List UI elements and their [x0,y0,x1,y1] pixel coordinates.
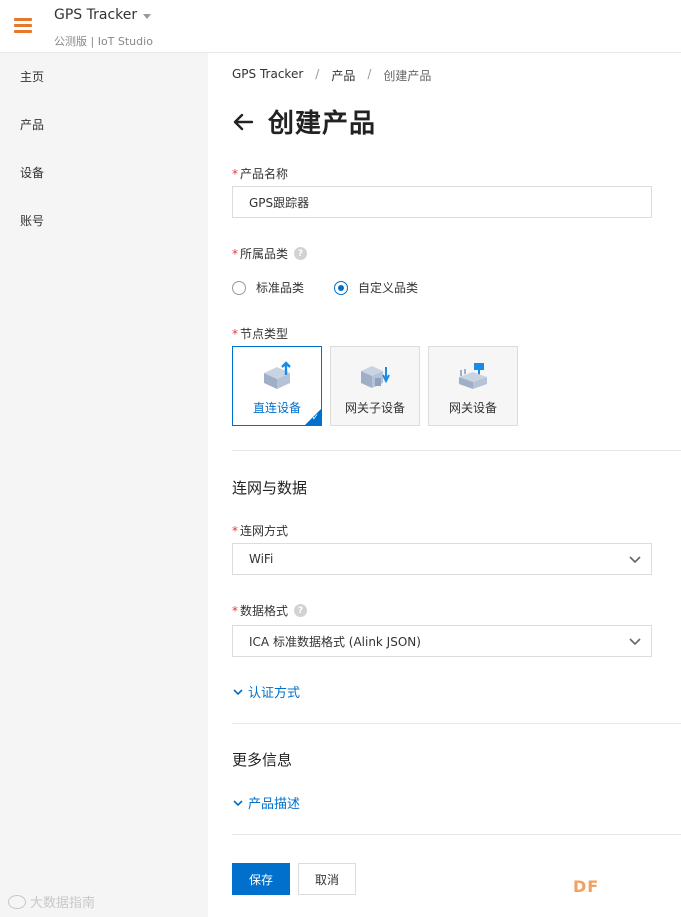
watermark-logo-icon [8,894,26,909]
breadcrumb-separator: / [367,67,372,81]
help-icon[interactable]: ? [294,604,308,617]
required-mark: * [232,327,238,341]
checkmark-icon: ✓ [311,413,319,423]
save-button[interactable]: 保存 [232,863,290,895]
radio-custom-category[interactable]: 自定义品类 [334,279,418,296]
breadcrumb-item-current: 创建产品 [383,69,432,83]
connection-label: * 连网方式 [232,522,288,539]
app-subtitle: 公测版 | IoT Studio [54,35,153,48]
category-label: * 所属品类 ? [232,245,308,262]
help-icon[interactable]: ? [294,247,308,260]
node-card-gateway-device[interactable]: 网关设备 [428,346,518,426]
data-format-label: * 数据格式 ? [232,602,308,619]
radio-unchecked-icon [232,280,246,295]
connection-select[interactable]: WiFi [232,543,652,575]
chevron-down-icon [629,638,641,646]
sidebar-item-devices[interactable]: 设备 [0,149,208,197]
sidebar-item-account[interactable]: 账号 [0,197,208,245]
product-name-label: * 产品名称 [232,165,288,182]
section-divider [232,834,681,835]
auth-method-link: 认证方式 [248,686,301,701]
caret-down-icon [143,13,152,19]
section-divider [232,450,681,451]
required-mark: * [232,524,238,538]
sidebar-item-products[interactable]: 产品 [0,101,208,149]
node-card-label: 直连设备 [252,401,301,415]
auth-method-toggle[interactable]: 认证方式 [232,682,300,701]
corner-watermark: DF [573,877,600,896]
connection-label-text: 连网方式 [240,524,289,538]
product-description-toggle[interactable]: 产品描述 [232,793,300,812]
chevron-down-icon [233,688,243,695]
breadcrumb-separator: / [315,67,320,81]
breadcrumb-item-products[interactable]: 产品 [331,67,355,84]
node-type-label-text: 节点类型 [240,327,289,341]
watermark-text: 大数据指南 [30,896,96,911]
node-type-label: * 节点类型 [232,325,288,342]
hamburger-menu-icon[interactable] [14,18,32,34]
sidebar-item-home[interactable]: 主页 [0,53,208,101]
required-mark: * [232,247,238,261]
more-info-section-title: 更多信息 [232,751,293,769]
chevron-down-icon [629,556,641,564]
data-format-select[interactable]: ICA 标准数据格式 (Alink JSON) [232,625,652,657]
direct-device-icon [264,361,291,389]
app-title: GPS Tracker [54,7,138,23]
breadcrumb: GPS Tracker / 产品 / 创建产品 [232,67,431,84]
chevron-down-icon [233,799,243,806]
section-divider [232,723,681,724]
page-title: 创建产品 [268,109,377,139]
node-card-direct-device[interactable]: 直连设备 ✓ [232,346,322,426]
node-card-label: 网关子设备 [344,401,405,415]
back-arrow-icon[interactable] [232,111,254,133]
top-bar: GPS Tracker 公测版 | IoT Studio [0,0,681,53]
radio-checked-icon [334,280,349,295]
required-mark: * [232,167,238,181]
node-type-options: 直连设备 ✓ 网关子设备 网关设备 [232,346,518,426]
app-switcher[interactable]: GPS Tracker [54,7,152,23]
product-name-input[interactable] [232,186,652,218]
data-format-label-text: 数据格式 [240,604,289,618]
network-section-title: 连网与数据 [232,479,308,497]
category-label-text: 所属品类 [240,247,289,261]
data-format-select-value: ICA 标准数据格式 (Alink JSON) [249,634,421,649]
gateway-subdevice-icon [361,366,390,388]
node-card-label: 网关设备 [448,401,497,415]
page-header: 创建产品 [232,103,376,140]
gateway-device-icon [459,363,487,389]
category-radio-group: 标准品类 自定义品类 [232,279,418,296]
product-description-link: 产品描述 [248,797,301,812]
radio-standard-category[interactable]: 标准品类 [232,279,304,296]
sidebar: 主页 产品 设备 账号 大数据指南 [0,53,208,917]
cancel-button[interactable]: 取消 [298,863,356,895]
required-mark: * [232,604,238,618]
connection-select-value: WiFi [249,552,274,566]
watermark: 大数据指南 [8,892,95,911]
node-card-gateway-subdevice[interactable]: 网关子设备 [330,346,420,426]
radio-label: 自定义品类 [358,281,419,295]
breadcrumb-item-app[interactable]: GPS Tracker [232,67,303,84]
radio-label: 标准品类 [256,281,305,295]
product-name-label-text: 产品名称 [240,167,289,181]
